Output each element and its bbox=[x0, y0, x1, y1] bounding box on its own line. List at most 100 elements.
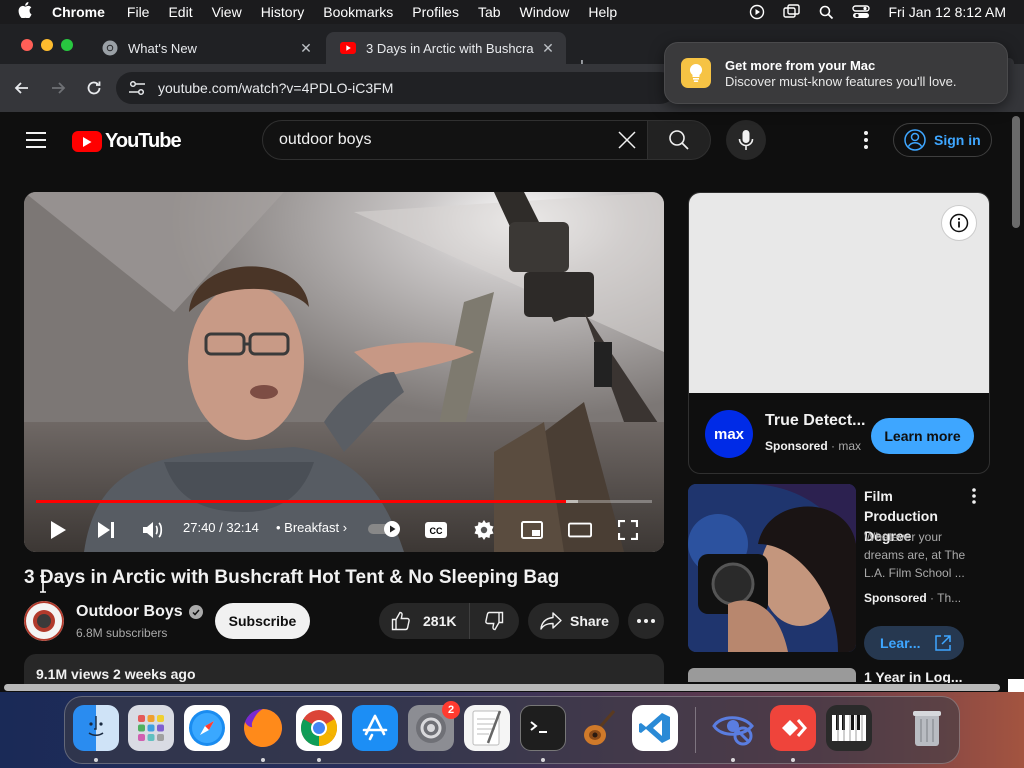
menu-edit[interactable]: Edit bbox=[168, 4, 192, 20]
window-zoom-button[interactable] bbox=[61, 39, 73, 51]
terminal-icon[interactable] bbox=[520, 705, 566, 751]
next-video-button[interactable] bbox=[94, 518, 118, 542]
menubar-clock[interactable]: Fri Jan 12 8:12 AM bbox=[888, 4, 1006, 20]
address-bar[interactable]: youtube.com/watch?v=4PDLO-iC3FM bbox=[116, 72, 676, 104]
mute-button[interactable] bbox=[141, 518, 165, 542]
theater-mode-button[interactable] bbox=[568, 518, 592, 542]
side-learn-more-button[interactable]: Lear... bbox=[864, 626, 964, 660]
tab-title: What's New bbox=[128, 40, 197, 56]
apple-menu-icon[interactable] bbox=[18, 2, 36, 22]
sponsored-ad-card[interactable]: max True Detect... Sponsored · max Learn… bbox=[688, 192, 990, 474]
description-box[interactable]: 9.1M views 2 weeks ago bbox=[24, 654, 664, 684]
window-minimize-button[interactable] bbox=[41, 39, 53, 51]
garageband-icon[interactable] bbox=[576, 705, 622, 751]
sign-in-label: Sign in bbox=[934, 132, 981, 148]
voice-search-button[interactable] bbox=[726, 120, 766, 160]
menu-profiles[interactable]: Profiles bbox=[412, 4, 459, 20]
launchpad-icon[interactable] bbox=[128, 705, 174, 751]
ad-title: True Detect... bbox=[765, 412, 866, 429]
theater-mode-icon bbox=[568, 522, 592, 538]
search-button[interactable] bbox=[647, 120, 711, 160]
thumbs-up-icon bbox=[391, 611, 410, 631]
back-button[interactable] bbox=[12, 78, 32, 98]
search-input[interactable]: outdoor boys bbox=[262, 120, 648, 160]
external-link-icon bbox=[935, 635, 951, 651]
share-button[interactable]: Share bbox=[528, 603, 619, 639]
menu-help[interactable]: Help bbox=[588, 4, 617, 20]
menu-bookmarks[interactable]: Bookmarks bbox=[323, 4, 393, 20]
tab-youtube-video[interactable]: 3 Days in Arctic with Bushcra ✕ bbox=[326, 32, 566, 64]
svg-text:CC: CC bbox=[430, 526, 443, 536]
closed-captions-icon: CC bbox=[425, 522, 447, 538]
skip-next-icon bbox=[98, 522, 114, 538]
miniplayer-button[interactable] bbox=[520, 518, 544, 542]
window-close-button[interactable] bbox=[21, 39, 33, 51]
horizontal-scrollbar[interactable] bbox=[4, 684, 1000, 691]
ad-info-icon[interactable] bbox=[941, 205, 977, 241]
tab-close-icon[interactable]: ✕ bbox=[298, 40, 314, 56]
finder-icon[interactable] bbox=[73, 705, 119, 751]
forward-button[interactable] bbox=[48, 78, 68, 98]
control-center-icon[interactable] bbox=[852, 4, 871, 20]
notification-body: Discover must-know features you'll love. bbox=[725, 73, 957, 89]
verified-badge-icon bbox=[188, 605, 203, 619]
piano-app-icon[interactable] bbox=[826, 705, 872, 751]
textedit-icon[interactable] bbox=[464, 705, 510, 751]
vertical-scrollbar[interactable] bbox=[1012, 116, 1020, 228]
more-options-icon[interactable] bbox=[972, 488, 980, 506]
subscribe-button[interactable]: Subscribe bbox=[215, 603, 310, 639]
macos-notification[interactable]: Get more from your Mac Discover must-kno… bbox=[664, 42, 1008, 104]
side-ad-description: Whatever your dreams are, at The L.A. Fi… bbox=[864, 530, 966, 580]
menu-view[interactable]: View bbox=[212, 4, 242, 20]
safari-icon[interactable] bbox=[184, 705, 230, 751]
menu-tab[interactable]: Tab bbox=[478, 4, 501, 20]
video-player[interactable]: 27:40 / 32:14 • Breakfast › CC bbox=[24, 192, 664, 552]
more-actions-button[interactable] bbox=[628, 603, 664, 639]
fullscreen-button[interactable] bbox=[616, 518, 640, 542]
menu-app-name[interactable]: Chrome bbox=[52, 4, 105, 20]
running-indicator bbox=[541, 758, 545, 762]
spotlight-search-icon[interactable] bbox=[819, 5, 834, 20]
dislike-button[interactable] bbox=[470, 611, 518, 631]
like-dislike-group: 281K bbox=[379, 603, 519, 639]
menu-history[interactable]: History bbox=[261, 4, 305, 20]
tab-whats-new[interactable]: What's New ✕ bbox=[88, 32, 324, 64]
site-info-icon[interactable] bbox=[128, 80, 148, 96]
settings-more-icon[interactable] bbox=[856, 130, 876, 150]
reload-button[interactable] bbox=[84, 78, 104, 98]
like-button[interactable]: 281K bbox=[379, 603, 470, 639]
vscode-icon[interactable] bbox=[632, 705, 678, 751]
next-video-thumbnail[interactable] bbox=[688, 668, 856, 682]
microphone-icon bbox=[738, 130, 754, 150]
menu-file[interactable]: File bbox=[127, 4, 150, 20]
clear-search-icon[interactable] bbox=[615, 128, 639, 152]
sign-in-button[interactable]: Sign in bbox=[893, 123, 992, 157]
menu-window[interactable]: Window bbox=[520, 4, 570, 20]
next-video-title[interactable]: 1 Year in Log... bbox=[864, 669, 963, 683]
channel-avatar[interactable] bbox=[24, 601, 64, 641]
learn-more-button[interactable]: Learn more bbox=[871, 418, 974, 454]
firefox-icon[interactable] bbox=[240, 705, 286, 751]
chrome-icon[interactable] bbox=[296, 705, 342, 751]
video-progress-bar[interactable] bbox=[36, 500, 652, 503]
system-settings-icon[interactable]: 2 bbox=[408, 701, 460, 751]
screen-mirroring-icon[interactable] bbox=[783, 4, 801, 20]
settings-button[interactable] bbox=[472, 518, 496, 542]
chapter-button[interactable]: • Breakfast › bbox=[276, 520, 347, 535]
trash-icon[interactable] bbox=[904, 705, 950, 751]
side-ad-advertiser: Th... bbox=[937, 591, 962, 605]
channel-name: Outdoor Boys bbox=[76, 603, 183, 620]
app-store-icon[interactable] bbox=[352, 705, 398, 751]
media-play-icon[interactable] bbox=[749, 4, 765, 20]
youtube-logo[interactable]: YouTube bbox=[72, 130, 182, 153]
channel-name-link[interactable]: Outdoor Boys bbox=[76, 603, 203, 621]
hamburger-menu-icon[interactable] bbox=[26, 132, 46, 148]
privacy-app-icon[interactable] bbox=[710, 705, 756, 751]
more-horizontal-icon bbox=[637, 619, 655, 623]
subtitles-button[interactable]: CC bbox=[424, 518, 448, 542]
autoplay-toggle[interactable] bbox=[368, 521, 402, 537]
play-button[interactable] bbox=[46, 518, 70, 542]
anydesk-icon[interactable] bbox=[770, 705, 816, 751]
tab-close-icon[interactable]: ✕ bbox=[540, 40, 556, 56]
sponsored-video-card[interactable]: Film Production Degree Whatever your dre… bbox=[688, 484, 990, 660]
